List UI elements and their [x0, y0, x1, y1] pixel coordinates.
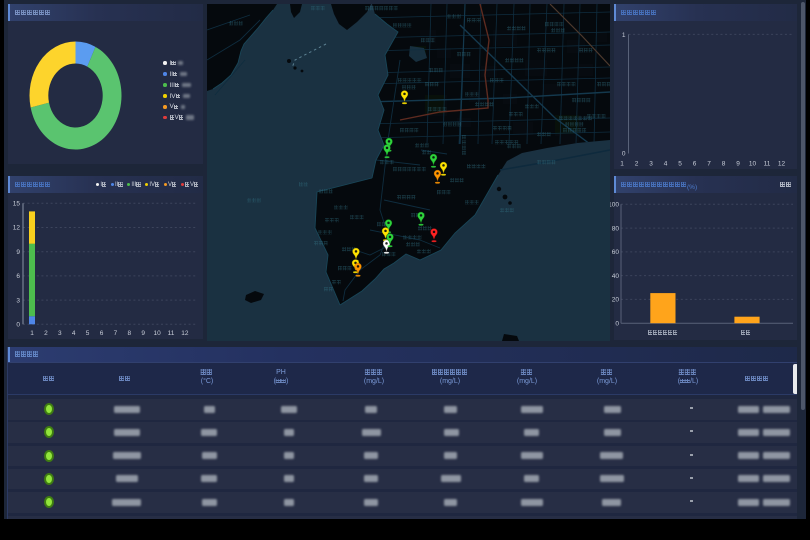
svg-text:10: 10: [153, 330, 161, 337]
svg-text:6: 6: [16, 273, 20, 280]
svg-text:12: 12: [181, 330, 189, 337]
svg-text:20: 20: [612, 297, 620, 304]
svg-text:8: 8: [127, 330, 131, 337]
svg-text:9: 9: [16, 249, 20, 256]
svg-text:4: 4: [664, 161, 668, 168]
svg-text:5: 5: [678, 161, 682, 168]
svg-text:3: 3: [649, 161, 653, 168]
svg-text:1: 1: [622, 32, 626, 39]
svg-text:11: 11: [764, 161, 771, 168]
svg-text:2: 2: [635, 161, 639, 168]
svg-text:1: 1: [620, 161, 624, 168]
svg-text:1: 1: [30, 330, 34, 337]
svg-text:6: 6: [100, 330, 104, 337]
svg-text:8: 8: [722, 161, 726, 168]
svg-text:9: 9: [141, 330, 145, 337]
svg-text:0: 0: [615, 320, 619, 327]
svg-text:10: 10: [749, 161, 757, 168]
svg-text:9: 9: [736, 161, 740, 168]
svg-text:4: 4: [72, 330, 76, 337]
svg-text:3: 3: [58, 330, 62, 337]
svg-text:0: 0: [16, 322, 20, 329]
svg-text:80: 80: [612, 225, 620, 232]
svg-text:7: 7: [114, 330, 118, 337]
svg-text:11: 11: [168, 330, 175, 337]
svg-text:12: 12: [13, 225, 21, 232]
svg-text:12: 12: [778, 161, 786, 168]
svg-text:60: 60: [612, 249, 620, 256]
svg-text:2: 2: [44, 330, 48, 337]
svg-text:3: 3: [16, 297, 20, 304]
svg-text:15: 15: [13, 201, 21, 208]
svg-text:40: 40: [612, 273, 620, 280]
svg-text:7: 7: [707, 161, 711, 168]
svg-text:6: 6: [693, 161, 697, 168]
svg-text:0: 0: [622, 151, 626, 158]
svg-text:5: 5: [86, 330, 90, 337]
